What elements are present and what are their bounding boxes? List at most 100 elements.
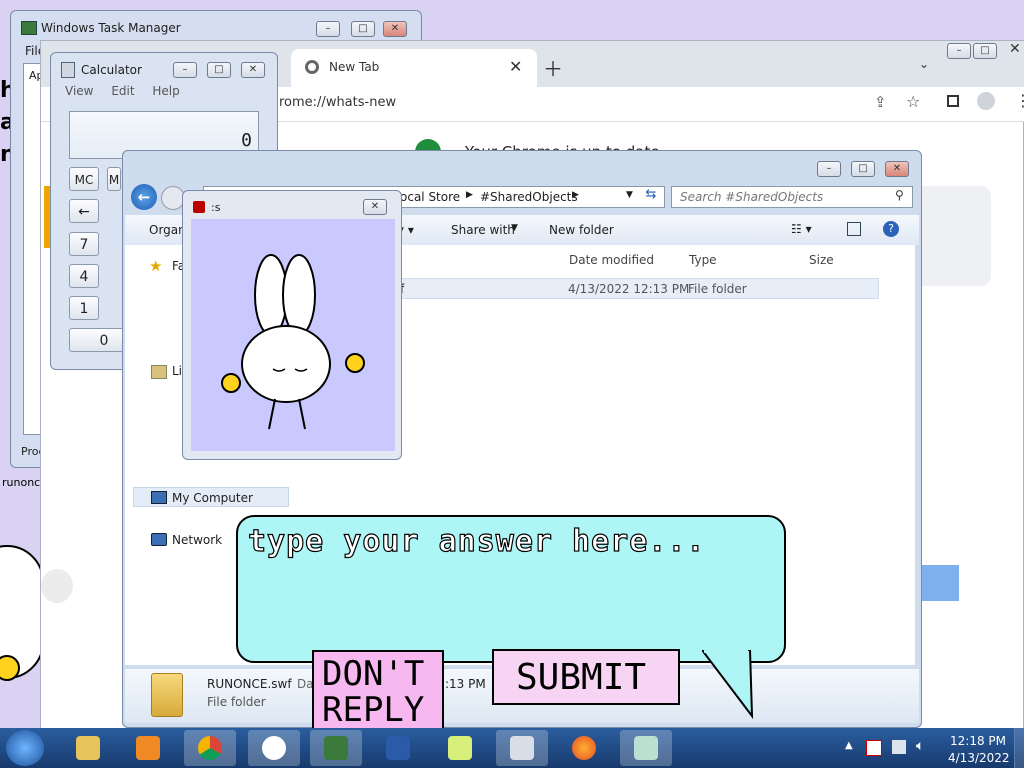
- firefox-icon: [572, 736, 596, 760]
- close-button[interactable]: ✕: [383, 21, 407, 37]
- minimize-button[interactable]: –: [947, 43, 971, 59]
- taskbar-chrome[interactable]: [184, 730, 236, 766]
- column-type[interactable]: Type: [689, 253, 717, 267]
- whats-new-card: [911, 186, 991, 286]
- taskbar-calculator[interactable]: [496, 730, 548, 766]
- nav-network[interactable]: Network: [172, 533, 222, 547]
- back-button[interactable]: ←: [131, 184, 157, 210]
- taskbar-firefox[interactable]: [558, 730, 610, 766]
- address-dropdown-icon[interactable]: ▼: [626, 190, 633, 200]
- minimize-button[interactable]: –: [173, 62, 197, 78]
- nav-libraries[interactable]: Li: [172, 364, 182, 378]
- maximize-button[interactable]: □: [207, 62, 231, 78]
- taskbar-explorer-2[interactable]: [620, 730, 672, 766]
- breadcrumb-local-store[interactable]: ocal Store: [400, 190, 460, 204]
- maximize-button[interactable]: □: [973, 43, 997, 59]
- preview-pane-icon[interactable]: [847, 222, 861, 236]
- share-with-chevron-icon: ▼: [511, 223, 518, 233]
- address-bar[interactable]: rome://whats-new: [279, 95, 396, 110]
- menu-icon[interactable]: ⋮: [1015, 91, 1024, 110]
- share-with-button[interactable]: Share with: [451, 223, 515, 237]
- task-manager-icon: [21, 21, 37, 35]
- column-date-modified[interactable]: Date modified: [569, 253, 654, 267]
- row-type: File folder: [688, 282, 747, 296]
- minimize-button[interactable]: –: [316, 21, 340, 37]
- backspace-button[interactable]: ←: [69, 199, 99, 223]
- tab-search-icon[interactable]: ⌄: [919, 57, 929, 71]
- tray-flag-icon[interactable]: [866, 740, 882, 756]
- clock-time[interactable]: 12:18 PM: [950, 734, 1006, 748]
- side-panel-icon[interactable]: [947, 95, 959, 107]
- desktop-runonce-label: runonc: [2, 476, 41, 489]
- minimize-button[interactable]: –: [817, 161, 841, 177]
- taskbar-powershell[interactable]: [372, 730, 424, 766]
- taskbar-explorer[interactable]: [62, 730, 114, 766]
- file-icon: [634, 736, 658, 760]
- close-tab-icon[interactable]: ✕: [509, 57, 522, 76]
- search-input[interactable]: Search #SharedObjects: [671, 186, 913, 208]
- tray-network-icon[interactable]: [892, 740, 906, 754]
- dont-reply-line-1: DON'T: [322, 654, 425, 694]
- maximize-button[interactable]: □: [851, 161, 875, 177]
- close-icon[interactable]: ✕: [1009, 41, 1021, 57]
- view-options-icon[interactable]: ☷ ▾: [791, 222, 812, 236]
- bunny-illustration: [221, 254, 365, 430]
- bunny-hand-right: [345, 353, 365, 373]
- bunny-hand-left: [221, 373, 241, 393]
- menu-help[interactable]: Help: [152, 84, 179, 98]
- close-button[interactable]: ✕: [885, 161, 909, 177]
- details-file-type: File folder: [207, 695, 266, 709]
- column-size[interactable]: Size: [809, 253, 834, 267]
- calculator-display-value: 0: [241, 130, 252, 151]
- breadcrumb-shared-objects[interactable]: #SharedObjects: [480, 190, 578, 204]
- taskbar-sticky-notes[interactable]: [434, 730, 486, 766]
- memory-button[interactable]: M: [107, 167, 121, 191]
- taskbar-task-manager[interactable]: [310, 730, 362, 766]
- calculator-menu: View Edit Help: [65, 84, 194, 98]
- submit-button[interactable]: SUBMIT: [492, 649, 680, 705]
- network-icon: [151, 533, 167, 546]
- memory-clear-button[interactable]: MC: [69, 167, 99, 191]
- chrome-tab-favicon: [305, 60, 319, 74]
- profile-avatar[interactable]: [977, 92, 995, 110]
- new-tab-button[interactable]: ＋: [543, 53, 563, 82]
- folder-icon: [76, 736, 100, 760]
- tray-volume-icon[interactable]: 🔈︎: [916, 738, 924, 754]
- share-icon[interactable]: ⇪: [874, 93, 887, 111]
- maximize-button[interactable]: □: [351, 21, 375, 37]
- sticky-notes-icon: [448, 736, 472, 760]
- flash-player-window[interactable]: :s ✕: [182, 190, 402, 460]
- tray-chevron-icon[interactable]: ▲: [845, 740, 853, 751]
- menu-view[interactable]: View: [65, 84, 93, 98]
- clock-date[interactable]: 4/13/2022: [948, 751, 1010, 765]
- key-7-button[interactable]: 7: [69, 232, 99, 256]
- key-4-button[interactable]: 4: [69, 264, 99, 288]
- chrome-tab[interactable]: New Tab ✕: [291, 49, 537, 87]
- taskbar-bunny-app[interactable]: [248, 730, 300, 766]
- search-icon: ⚲: [895, 188, 904, 202]
- submit-label: SUBMIT: [516, 657, 647, 698]
- flash-player-title: :s: [211, 201, 221, 214]
- new-folder-button[interactable]: New folder: [549, 223, 614, 237]
- close-button[interactable]: ✕: [241, 62, 265, 78]
- close-button[interactable]: ✕: [363, 199, 387, 215]
- folder-icon: [151, 673, 183, 717]
- show-desktop-button[interactable]: [1014, 728, 1024, 768]
- bunny-leg-left: [268, 398, 276, 430]
- flash-stage: [191, 219, 395, 451]
- dont-reply-button[interactable]: DON'T REPLY: [312, 650, 444, 730]
- menu-edit[interactable]: Edit: [111, 84, 134, 98]
- task-manager-title: Windows Task Manager: [41, 21, 181, 35]
- help-icon[interactable]: ?: [883, 221, 899, 237]
- taskbar-media-player[interactable]: [122, 730, 174, 766]
- refresh-button[interactable]: ⇆: [641, 187, 661, 207]
- organize-button[interactable]: Organ: [149, 223, 186, 237]
- start-button[interactable]: [6, 730, 44, 766]
- key-1-button[interactable]: 1: [69, 296, 99, 320]
- bookmark-star-icon[interactable]: ☆: [906, 92, 920, 111]
- calculator-accent-strip: [44, 186, 50, 248]
- nav-my-computer[interactable]: My Computer: [172, 491, 253, 505]
- table-row[interactable]: f 4/13/2022 12:13 PM File folder: [391, 278, 879, 299]
- answer-input[interactable]: type your answer here...: [247, 523, 705, 559]
- bunny-icon: [262, 736, 286, 760]
